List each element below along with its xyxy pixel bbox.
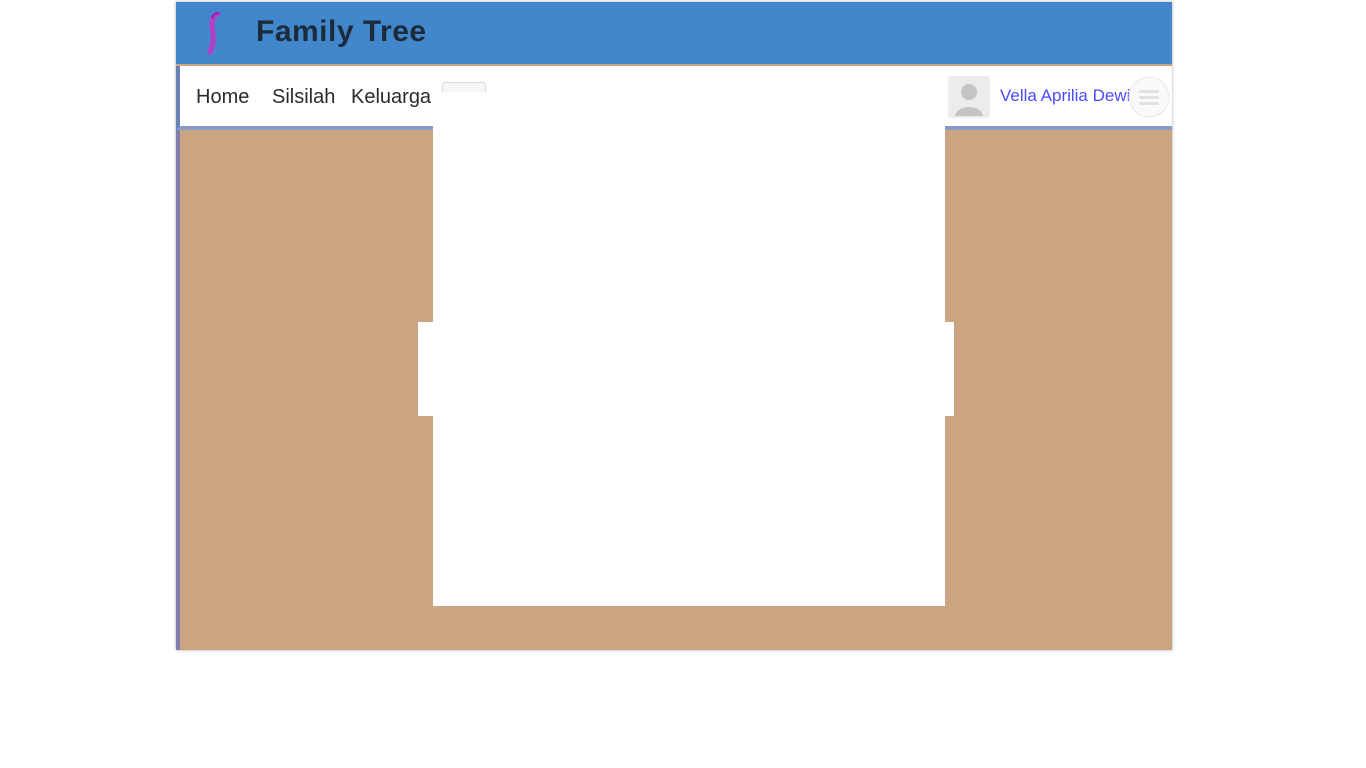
user-avatar-icon[interactable] [948, 76, 990, 118]
nav-item-home[interactable]: Home [196, 86, 249, 109]
app-title: Family Tree [256, 15, 427, 48]
nav-item-silsilah[interactable]: Silsilah [272, 86, 335, 109]
nav-item-keluarga[interactable]: Keluarga [351, 86, 431, 109]
family-tree-logo-icon [204, 10, 226, 56]
menu-icon[interactable] [1126, 74, 1172, 120]
user-name-link[interactable]: Vella Aprilia Dewi [1000, 86, 1130, 106]
title-bar: Family Tree [176, 2, 1172, 64]
modal-panel [433, 92, 945, 606]
